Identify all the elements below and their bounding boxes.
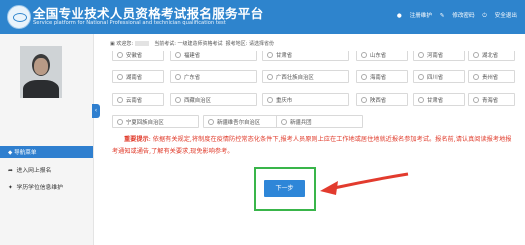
province-label: 新疆维吾尔自治区 — [217, 119, 261, 126]
province-label: 海南省 — [370, 74, 387, 81]
radio-icon — [117, 52, 123, 58]
notice-text: : 依据有关规定,将制度在疫情防控常态化条件下,报考人员原则上应在工作地或居住地… — [112, 136, 512, 155]
site-subtitle: Service platform for National Profession… — [33, 20, 226, 26]
avatar — [20, 46, 62, 98]
radio-icon — [117, 74, 123, 80]
province-option[interactable]: 广东省 — [170, 70, 257, 83]
top-bar: 全国专业技术人员资格考试报名服务平台 Service platform for … — [0, 0, 525, 34]
province-option[interactable]: 广西壮族自治区 — [262, 70, 349, 83]
notice-label: 重要提示 — [124, 136, 149, 143]
province-label: 湖北省 — [482, 52, 499, 59]
sidebar-item-online-registration[interactable]: ➦ 进入网上报名 — [8, 165, 51, 174]
radio-icon — [418, 52, 424, 58]
province-option[interactable]: 海南省 — [356, 70, 408, 83]
top-links: ● 注册维护 ✎ 修改密码 ⏻ 安全退出 — [391, 11, 517, 20]
province-option[interactable]: 湖南省 — [112, 70, 164, 83]
radio-icon — [281, 119, 287, 125]
province-option[interactable]: 云南省 — [112, 93, 164, 106]
province-label: 山东省 — [370, 52, 387, 59]
breadcrumb: ▣ 欢迎您: 当前考试: 一级建造师资格考试 报考地区: 请选择省份 — [110, 41, 274, 47]
province-option[interactable]: 新疆兵团 — [276, 115, 363, 128]
radio-icon — [175, 52, 181, 58]
radio-icon — [361, 97, 367, 103]
province-label: 西藏自治区 — [184, 97, 211, 104]
radio-icon — [418, 74, 424, 80]
province-label: 甘肃省 — [276, 52, 293, 59]
share-icon: ➦ — [8, 168, 13, 174]
red-arrow-icon — [320, 172, 409, 195]
province-label: 甘肃省 — [427, 97, 444, 104]
radio-icon — [473, 52, 479, 58]
province-label: 广东省 — [184, 74, 201, 81]
radio-icon — [175, 74, 181, 80]
radio-icon — [267, 52, 273, 58]
radio-icon — [361, 74, 367, 80]
radio-icon — [267, 97, 273, 103]
province-label: 重庆市 — [276, 97, 293, 104]
radio-icon — [117, 97, 123, 103]
nav-header: ◆ 导航菜单 — [0, 146, 93, 158]
province-option[interactable]: 陕西省 — [356, 93, 408, 106]
radio-icon — [175, 97, 181, 103]
register-maintain-link[interactable]: ● 注册维护 — [397, 13, 432, 19]
province-label: 安徽省 — [126, 52, 143, 59]
logout-link[interactable]: ⏻ 安全退出 — [482, 13, 517, 19]
province-option[interactable]: 西藏自治区 — [170, 93, 257, 106]
sidebar-item-degree-info[interactable]: ✦ 学历学位信息维护 — [8, 182, 63, 191]
province-label: 新疆兵团 — [290, 119, 312, 126]
radio-icon — [208, 119, 214, 125]
province-label: 宁夏回族自治区 — [126, 119, 164, 126]
province-label: 贵州省 — [482, 74, 499, 81]
province-option[interactable]: 贵州省 — [468, 70, 515, 83]
province-label: 四川省 — [427, 74, 444, 81]
province-label: 青海省 — [482, 97, 499, 104]
province-option[interactable]: 宁夏回族自治区 — [112, 115, 199, 128]
change-password-link[interactable]: ✎ 修改密码 — [440, 13, 475, 19]
province-label: 陕西省 — [370, 97, 387, 104]
province-option[interactable]: 重庆市 — [262, 93, 349, 106]
province-option[interactable]: 甘肃省 — [413, 93, 465, 106]
radio-icon — [418, 97, 424, 103]
logo-icon — [7, 5, 31, 29]
sidebar: ◆ 导航菜单 ➦ 进入网上报名 ✦ 学历学位信息维护 — [0, 34, 94, 245]
province-label: 福建省 — [184, 52, 201, 59]
next-button[interactable]: 下一步 — [264, 180, 305, 197]
province-option[interactable]: 青海省 — [468, 93, 515, 106]
radio-icon — [361, 52, 367, 58]
radio-icon — [473, 97, 479, 103]
province-label: 广西壮族自治区 — [276, 74, 314, 81]
province-label: 湖南省 — [126, 74, 143, 81]
province-label: 云南省 — [126, 97, 143, 104]
province-option[interactable]: 四川省 — [413, 70, 465, 83]
radio-icon — [473, 74, 479, 80]
graduation-cap-icon: ✦ — [8, 185, 13, 191]
important-notice: 重要提示: 依据有关规定,将制度在疫情防控常态化条件下,报考人员原则上应在工作地… — [112, 134, 516, 158]
radio-icon — [267, 74, 273, 80]
province-label: 河南省 — [427, 52, 444, 59]
collapse-sidebar-button[interactable]: ‹ — [92, 104, 100, 118]
radio-icon — [117, 119, 123, 125]
